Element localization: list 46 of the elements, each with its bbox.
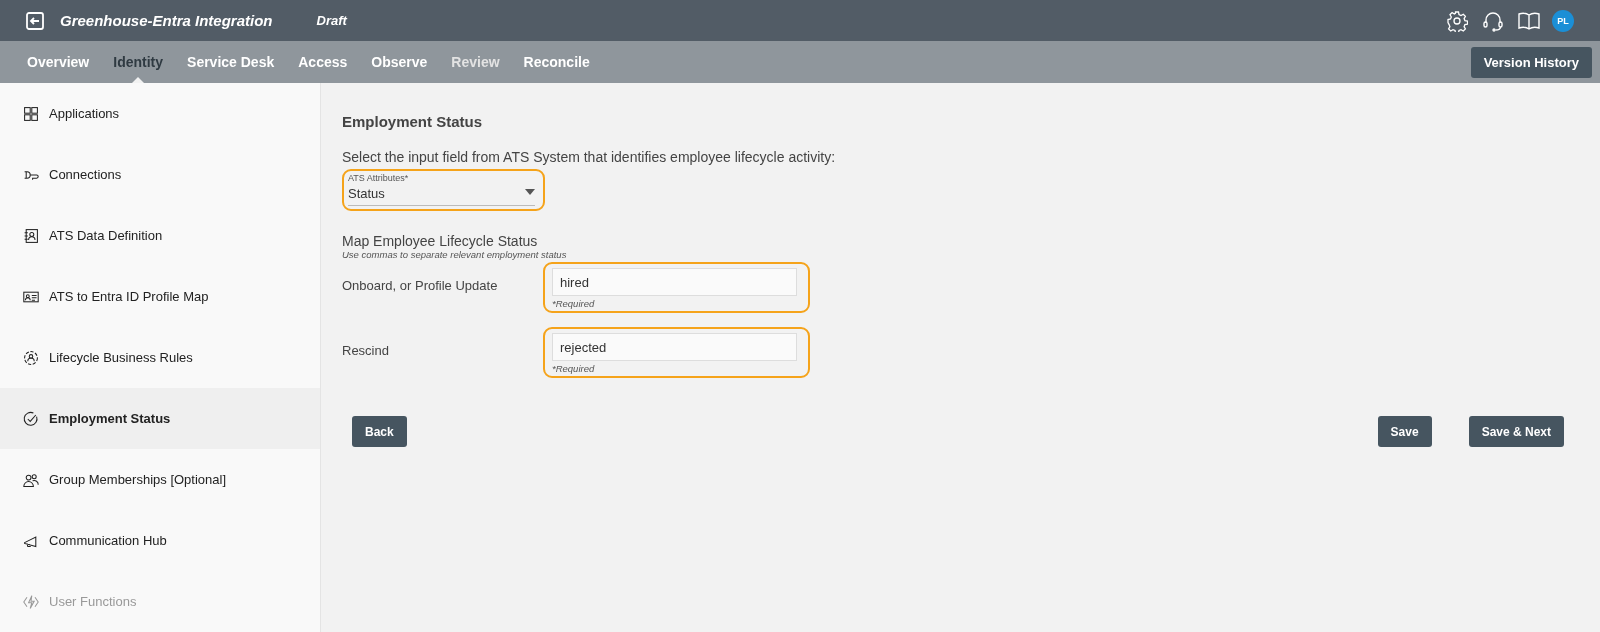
sidebar-item[interactable]: ATS Data Definition [0, 205, 320, 266]
required-hint: *Required [552, 363, 596, 374]
sidebar-item-label: User Functions [49, 594, 137, 609]
settings-icon[interactable] [1446, 9, 1468, 32]
sidebar-item[interactable]: Applications [0, 83, 320, 144]
sidebar-item-label: Group Memberships [Optional] [49, 472, 227, 487]
user-cycle-icon [23, 349, 39, 366]
draft-status: Draft [316, 13, 347, 28]
sidebar-item-label: Connections [49, 167, 122, 182]
map-title: Map Employee Lifecycle Status [342, 233, 539, 249]
save-button[interactable]: Save [1377, 416, 1432, 447]
sidebar-item[interactable]: Group Memberships [Optional] [0, 449, 320, 510]
app-title: Greenhouse-Entra Integration [60, 12, 273, 29]
instruction-text: Select the input field from ATS System that identifies employee lifecycle activity: [342, 149, 837, 165]
mapping-label: Onboard, or Profile Update [342, 277, 499, 293]
sidebar-item-label: Communication Hub [49, 533, 167, 548]
mapping-label: Rescind [342, 342, 390, 358]
map-hint: Use commas to separate relevant employment status [342, 249, 568, 260]
sidebar-item[interactable]: Connections [0, 144, 320, 205]
sidebar-item[interactable]: Employment Status [0, 388, 320, 449]
required-hint: *Required [552, 298, 596, 309]
grid-icon [23, 105, 39, 122]
sidebar-item-label: Lifecycle Business Rules [49, 350, 193, 365]
back-button[interactable]: Back [352, 416, 407, 447]
sidebar-item[interactable]: Communication Hub [0, 510, 320, 571]
status-input-field[interactable]: hired [552, 268, 797, 296]
status-input-field[interactable]: rejected [552, 333, 797, 361]
section-title: Employment Status [342, 113, 484, 130]
sidebar-item-label: ATS Data Definition [49, 228, 163, 243]
bolt-icon [23, 593, 39, 610]
sidebar-item-label: ATS to Entra ID Profile Map [49, 289, 209, 304]
sidebar-item[interactable]: Lifecycle Business Rules [0, 327, 320, 388]
sidebar-item[interactable]: ATS to Entra ID Profile Map [0, 266, 320, 327]
contact-card-icon [23, 227, 39, 244]
save-next-button[interactable]: Save & Next [1468, 416, 1564, 447]
caret-icon [525, 189, 535, 195]
exit-icon[interactable] [26, 11, 44, 30]
nav-tab[interactable]: Identity [104, 41, 173, 83]
version-history-button[interactable]: Version History [1470, 46, 1592, 78]
user-avatar[interactable]: PL [1552, 9, 1574, 32]
sidebar-item-label: Employment Status [49, 411, 171, 426]
people-icon [23, 471, 39, 488]
headset-icon[interactable] [1482, 9, 1504, 32]
check-circle-icon [23, 410, 39, 427]
ats-attributes-dropdown[interactable]: ATS Attributes* Status [348, 173, 535, 206]
sidebar-item-label: Applications [49, 106, 120, 121]
